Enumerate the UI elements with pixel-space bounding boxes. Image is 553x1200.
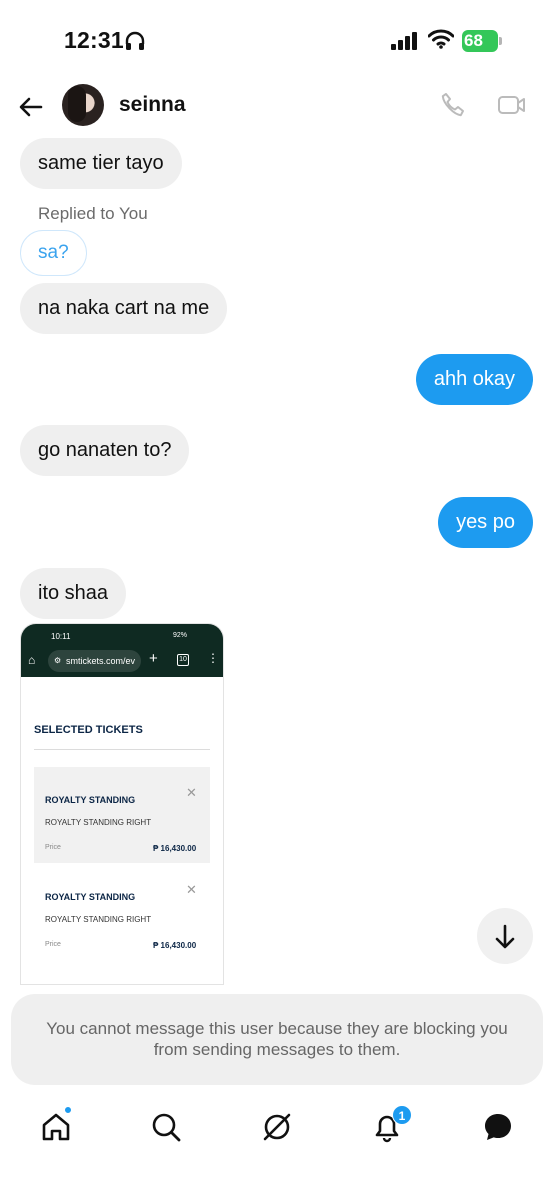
- battery-icon: 68: [462, 30, 502, 52]
- phone-icon[interactable]: [439, 91, 467, 124]
- home-icon: ⌂: [28, 653, 36, 667]
- headphones-icon: [124, 30, 146, 57]
- ticket-card: ROYALTY STANDING ROYALTY STANDING RIGHT …: [34, 864, 210, 960]
- message-incoming[interactable]: same tier tayo: [20, 138, 182, 189]
- back-arrow-icon[interactable]: [16, 92, 46, 122]
- screenshot-url-bar: ⚙ smtickets.com/ev: [48, 650, 141, 672]
- status-time: 12:31: [64, 27, 124, 53]
- home-icon[interactable]: [39, 1110, 73, 1144]
- video-camera-icon[interactable]: [497, 93, 527, 122]
- ticket-price: ₱ 16,430.00: [153, 941, 197, 950]
- divider: [34, 749, 210, 750]
- ticket-price: ₱ 16,430.00: [153, 844, 197, 853]
- blocked-notice: You cannot message this user because the…: [11, 994, 543, 1085]
- shared-screenshot[interactable]: 10:11 92% ⌂ ⚙ smtickets.com/ev + 10 ⋮ SE…: [20, 623, 224, 985]
- ticket-price-label: Price: [45, 941, 61, 948]
- explore-icon[interactable]: [260, 1110, 294, 1144]
- blocked-notice-text: You cannot message this user because the…: [46, 1019, 508, 1059]
- home-activity-dot: [64, 1106, 72, 1114]
- site-settings-icon: ⚙: [54, 656, 62, 665]
- screenshot-time: 10:11: [51, 632, 71, 641]
- reply-context-label: Replied to You: [38, 204, 148, 223]
- signal-icon: [391, 32, 419, 55]
- replied-message[interactable]: sa?: [20, 230, 87, 276]
- bottom-nav: [0, 1100, 553, 1200]
- notification-badge: 1: [392, 1105, 412, 1125]
- ticket-card: ROYALTY STANDING ROYALTY STANDING RIGHT …: [34, 767, 210, 863]
- ticket-name: ROYALTY STANDING: [45, 795, 136, 805]
- ticket-name: ROYALTY STANDING: [45, 892, 136, 902]
- status-bar: 12:31 68: [0, 0, 553, 80]
- ticket-section: ROYALTY STANDING RIGHT: [45, 915, 152, 924]
- message-outgoing[interactable]: yes po: [438, 497, 533, 548]
- avatar[interactable]: [62, 84, 104, 126]
- ticket-section: ROYALTY STANDING RIGHT: [45, 818, 152, 827]
- chat-header: seinna: [0, 80, 553, 140]
- more-menu-icon: ⋮: [207, 651, 219, 665]
- chat-username[interactable]: seinna: [119, 93, 186, 117]
- battery-percent: 68: [464, 31, 483, 50]
- message-outgoing[interactable]: ahh okay: [415, 354, 533, 405]
- arrow-down-icon: [495, 924, 515, 949]
- messages-icon[interactable]: [481, 1110, 515, 1144]
- ticket-price-label: Price: [45, 844, 61, 851]
- message-incoming[interactable]: go nanaten to?: [20, 425, 190, 476]
- screenshot-heading: SELECTED TICKETS: [34, 724, 143, 736]
- screenshot-tab-count: 10: [177, 654, 189, 666]
- scroll-down-button[interactable]: [477, 908, 533, 964]
- close-icon: ✕: [186, 785, 197, 800]
- wifi-icon: [427, 29, 455, 54]
- screenshot-battery: 92%: [173, 632, 188, 639]
- plus-icon: +: [149, 650, 158, 667]
- close-icon: ✕: [186, 882, 197, 897]
- search-icon[interactable]: [149, 1110, 183, 1144]
- screenshot-url: smtickets.com/ev: [66, 656, 136, 666]
- screenshot-browser-bar: 10:11 92% ⌂ ⚙ smtickets.com/ev + 10 ⋮: [21, 624, 223, 677]
- message-incoming[interactable]: na naka cart na me: [20, 283, 228, 334]
- message-incoming[interactable]: ito shaa: [20, 568, 127, 619]
